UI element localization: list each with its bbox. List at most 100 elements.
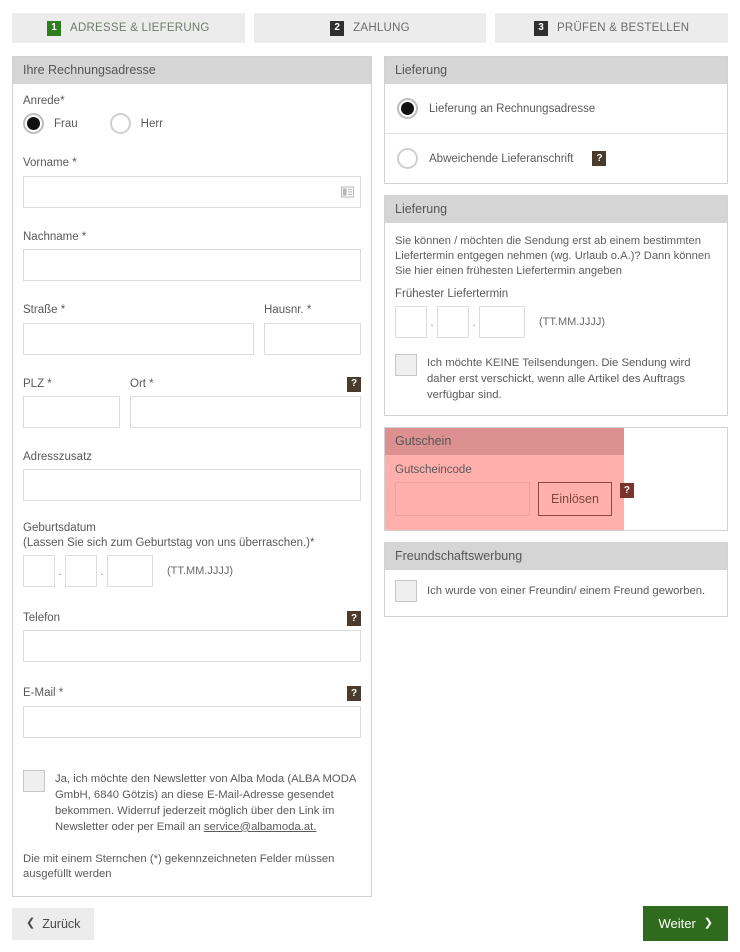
email-input[interactable] — [23, 705, 361, 738]
step-adresse-lieferung[interactable]: 1 ADRESSE & LIEFERUNG — [12, 13, 245, 43]
billing-address-title: Ihre Rechnungsadresse — [13, 57, 371, 84]
radio-frau[interactable] — [23, 113, 44, 135]
delivery-options-panel: Lieferung Lieferung an Rechnungsadresse … — [384, 56, 728, 184]
salutation-field: Anrede* Frau Herr — [23, 94, 361, 135]
address-extra-label: Adresszusatz — [23, 450, 93, 463]
zip-city-row: PLZ * Ort * ? — [23, 376, 361, 428]
delivery-date-panel: Lieferung Sie können / möchten die Sendu… — [384, 195, 728, 417]
address-extra-input[interactable] — [23, 469, 361, 502]
referral-panel: Freundschaftswerbung Ich wurde von einer… — [384, 542, 728, 618]
newsletter-text: Ja, ich möchte den Newsletter von Alba M… — [55, 770, 361, 835]
delivery-date-title: Lieferung — [385, 196, 727, 223]
step-pruefen-bestellen[interactable]: 3 PRÜFEN & BESTELLEN — [495, 13, 729, 43]
step-zahlung[interactable]: 2 ZAHLUNG — [253, 13, 487, 43]
no-partial-shipment-checkbox[interactable] — [395, 354, 417, 377]
delivery-month-input[interactable] — [437, 306, 469, 339]
billing-column: Ihre Rechnungsadresse Anrede* Frau Herr — [12, 56, 372, 898]
birthdate-day-input[interactable] — [23, 555, 55, 587]
firstname-input[interactable] — [23, 175, 361, 208]
birthdate-separator-1: . — [58, 564, 62, 578]
houseno-input[interactable] — [264, 322, 361, 355]
lastname-field: Nachname * — [23, 230, 361, 282]
birthdate-month-input[interactable] — [65, 555, 97, 587]
next-button-label: Weiter — [658, 916, 696, 931]
delivery-option-billing-address[interactable]: Lieferung an Rechnungsadresse — [385, 84, 727, 133]
phone-help-icon[interactable]: ? — [347, 611, 361, 626]
phone-field: Telefon ? — [23, 611, 361, 663]
salutation-options: Frau Herr — [23, 113, 361, 135]
radio-herr-label: Herr — [140, 117, 164, 130]
step-2-label: ZAHLUNG — [353, 22, 410, 34]
firstname-field: Vorname * — [23, 156, 361, 208]
email-label: E-Mail * — [23, 687, 64, 700]
contact-card-icon[interactable] — [341, 186, 354, 198]
birthdate-inputs: . . (TT.MM.JJJJ) — [23, 555, 361, 587]
phone-label: Telefon — [23, 612, 61, 624]
birthdate-year-input[interactable] — [107, 555, 153, 587]
city-label: Ort * — [130, 377, 154, 390]
lastname-label: Nachname * — [23, 230, 87, 243]
voucher-code-input[interactable] — [395, 482, 530, 517]
zip-label: PLZ * — [23, 377, 52, 390]
newsletter-checkbox[interactable] — [23, 769, 45, 792]
delivery-format-hint: (TT.MM.JJJJ) — [539, 316, 605, 329]
email-field: E-Mail * ? — [23, 686, 361, 738]
city-input[interactable] — [130, 395, 361, 428]
delivery-column: Lieferung Lieferung an Rechnungsadresse … — [384, 56, 728, 628]
birthdate-separator-2: . — [100, 564, 104, 578]
houseno-label: Hausnr. * — [264, 304, 312, 317]
delivery-date-description: Sie können / möchten die Sendung erst ab… — [395, 235, 711, 277]
step-3-label: PRÜFEN & BESTELLEN — [557, 22, 690, 34]
referral-title: Freundschaftswerbung — [385, 543, 727, 571]
street-input[interactable] — [23, 322, 254, 355]
earliest-delivery-inputs: . . (TT.MM.JJJJ) — [395, 306, 717, 339]
newsletter-email-link[interactable]: service@albamoda.at. — [204, 821, 317, 833]
phone-input[interactable] — [23, 630, 361, 663]
step-1-number: 1 — [47, 20, 62, 36]
lastname-input[interactable] — [23, 249, 361, 282]
radio-delivery-different-address[interactable] — [397, 148, 418, 169]
firstname-label: Vorname * — [23, 157, 77, 170]
voucher-panel: Gutschein Gutscheincode Einlösen ? — [384, 427, 728, 532]
back-button[interactable]: ❮ Zurück — [12, 907, 95, 940]
street-houseno-row: Straße * Hausnr. * — [23, 303, 361, 355]
redeem-voucher-button[interactable]: Einlösen — [538, 482, 612, 517]
delivery-year-input[interactable] — [479, 306, 525, 339]
delivery-option-billing-address-label: Lieferung an Rechnungsadresse — [429, 102, 596, 115]
required-fields-note: Die mit einem Sternchen (*) gekennzeichn… — [23, 852, 335, 881]
back-chevron-icon: ❮ — [26, 917, 36, 929]
radio-herr[interactable] — [109, 113, 131, 135]
zip-input[interactable] — [23, 395, 120, 428]
delivery-separator-1: . — [430, 315, 434, 330]
address-extra-field: Adresszusatz — [23, 450, 361, 502]
voucher-help-icon[interactable]: ? — [619, 483, 634, 499]
no-partial-shipment-row: Ich möchte KEINE Teilsendungen. Die Send… — [395, 354, 717, 403]
radio-delivery-billing-address[interactable] — [397, 98, 418, 119]
step-3-number: 3 — [534, 20, 549, 36]
birthdate-label-line1: Geburtsdatum — [23, 522, 96, 535]
delivery-day-input[interactable] — [395, 306, 427, 339]
earliest-delivery-label: Frühester Liefertermin — [395, 288, 509, 301]
birthdate-field: Geburtsdatum (Lassen Sie sich zum Geburt… — [23, 521, 361, 587]
voucher-title: Gutschein — [395, 434, 452, 449]
referral-checkbox[interactable] — [395, 580, 417, 603]
zip-city-help-icon[interactable]: ? — [347, 376, 361, 392]
street-label: Straße * — [23, 304, 66, 317]
email-help-icon[interactable]: ? — [347, 686, 361, 702]
next-button[interactable]: Weiter ❯ — [643, 906, 728, 941]
delivery-separator-2: . — [472, 315, 476, 330]
voucher-input-row: Einlösen ? — [395, 482, 717, 517]
delivery-options-title: Lieferung — [385, 57, 727, 84]
voucher-code-label: Gutscheincode — [395, 464, 472, 477]
salutation-label: Anrede* — [23, 95, 65, 107]
checkout-footer: ❮ Zurück Weiter ❯ — [0, 895, 740, 952]
next-chevron-icon: ❯ — [703, 917, 713, 929]
step-2-number: 2 — [330, 20, 345, 36]
back-button-label: Zurück — [42, 916, 81, 931]
checkout-columns: Ihre Rechnungsadresse Anrede* Frau Herr — [0, 43, 740, 898]
referral-text: Ich wurde von einer Freundin/ einem Freu… — [427, 585, 706, 598]
no-partial-shipment-text: Ich möchte KEINE Teilsendungen. Die Send… — [427, 357, 691, 402]
delivery-different-address-help-icon[interactable]: ? — [592, 151, 607, 166]
billing-address-panel: Ihre Rechnungsadresse Anrede* Frau Herr — [12, 56, 372, 898]
delivery-option-different-address[interactable]: Abweichende Lieferanschrift ? — [385, 134, 727, 183]
